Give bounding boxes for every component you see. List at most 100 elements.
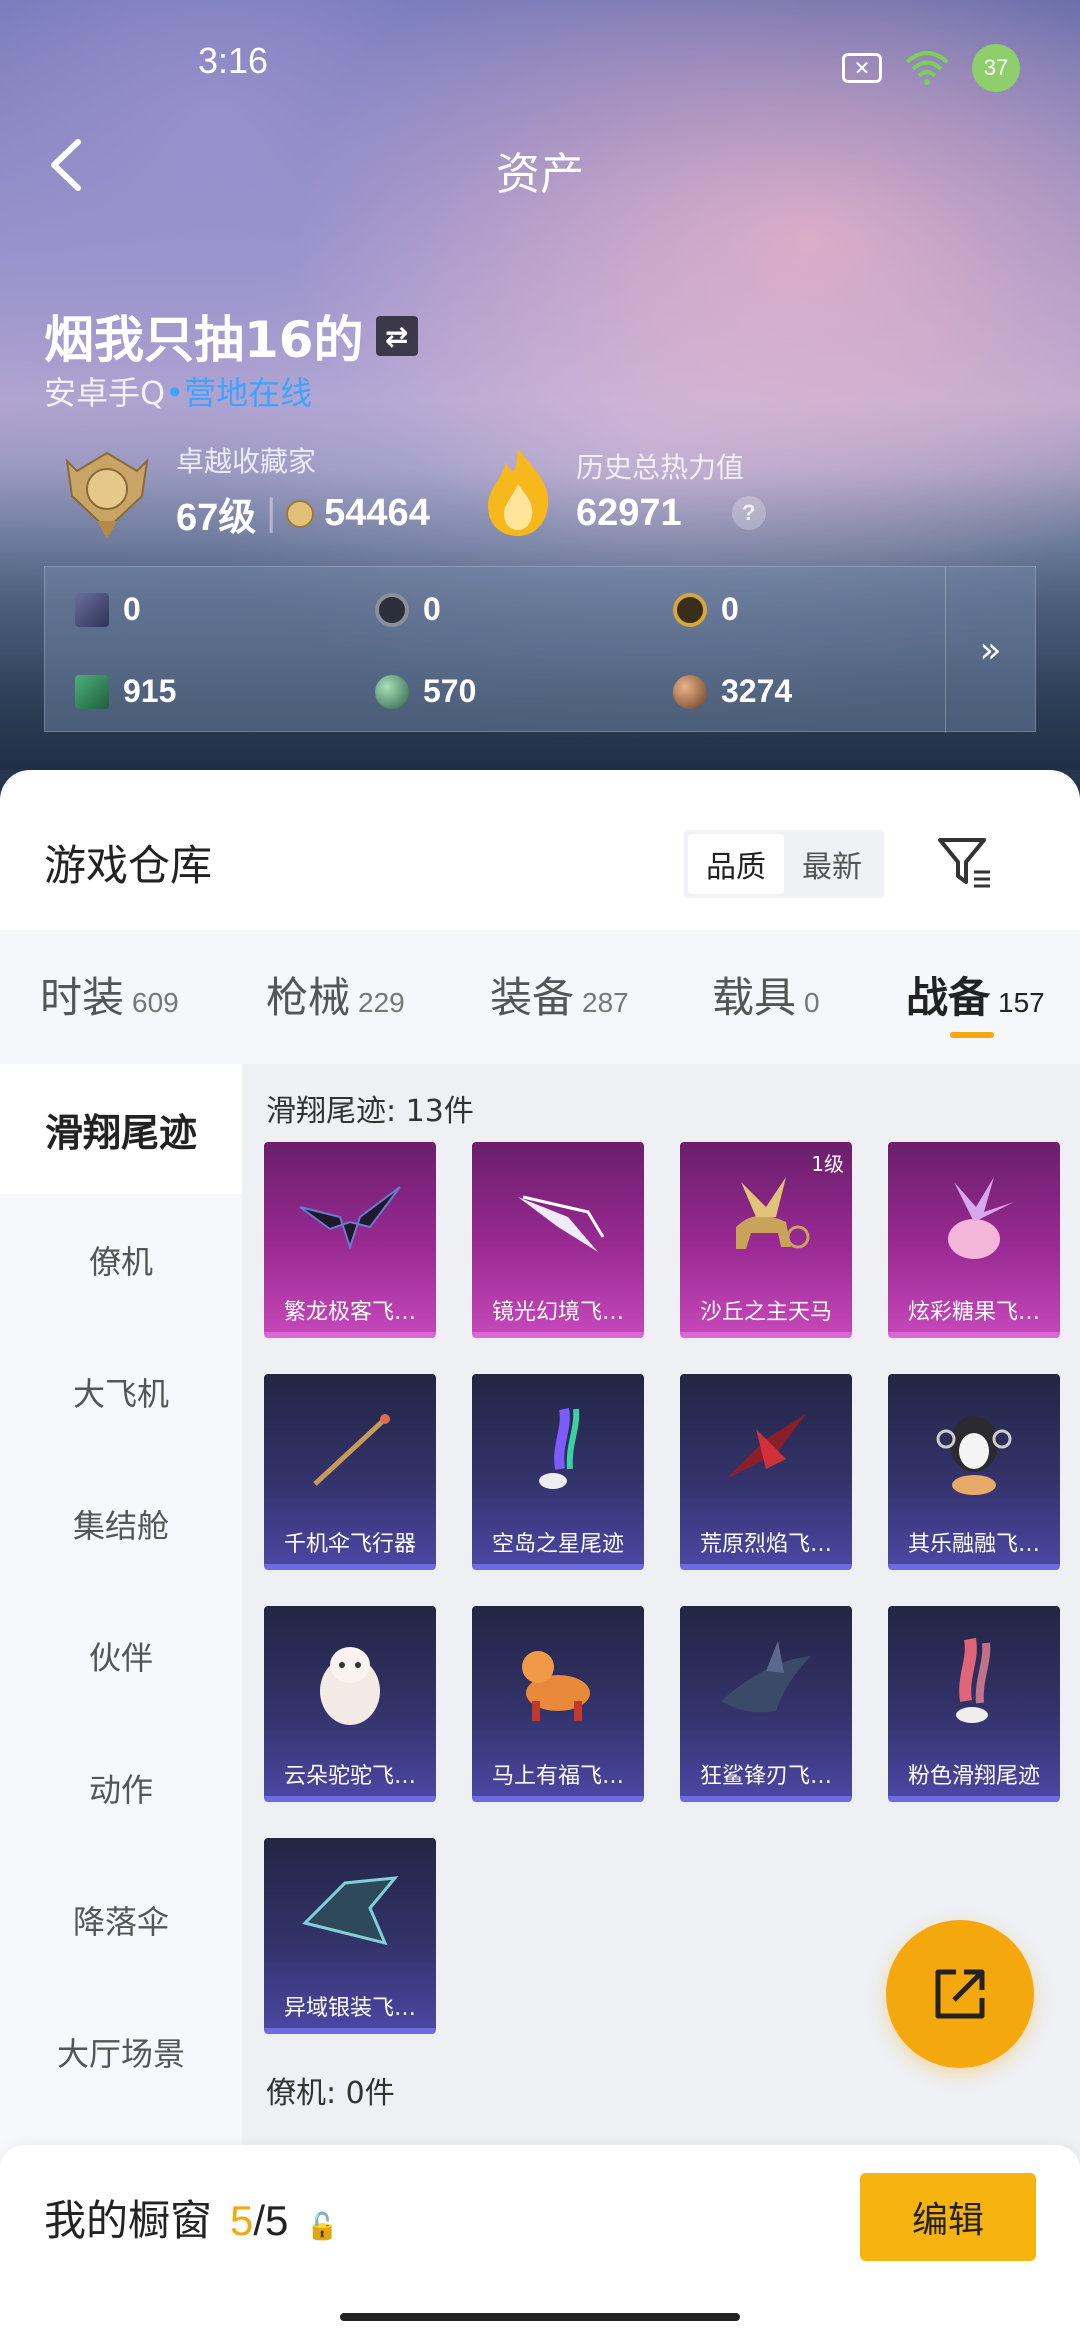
status-time: 3:16: [198, 40, 269, 81]
sort-latest-button[interactable]: 最新: [784, 834, 880, 894]
item-card[interactable]: 炫彩糖果飞…: [888, 1142, 1060, 1338]
coin-gray-icon: [375, 592, 409, 627]
page-title: 资产: [496, 149, 584, 200]
item-card[interactable]: 马上有福飞…: [472, 1606, 644, 1802]
pink-trail-icon: [888, 1606, 1060, 1756]
crystal-wing-icon: [472, 1142, 644, 1292]
currency-panel[interactable]: 0 0 0 915 570 3274 »: [44, 566, 1036, 733]
collector-stat[interactable]: 卓越收藏家 67级 | 54464: [52, 440, 430, 541]
item-name: 云朵驼驼飞…: [283, 1764, 416, 1789]
item-card[interactable]: 其乐融融飞…: [888, 1374, 1060, 1570]
item-card[interactable]: 繁龙极客飞…: [264, 1142, 436, 1338]
showcase-count-total: /5: [253, 2197, 289, 2244]
category-tabs: 时装 609 枪械 229 装备 287 载具 0 战备 157: [0, 930, 1080, 1064]
home-indicator[interactable]: [340, 2313, 740, 2321]
item-name: 粉色滑翔尾迹: [907, 1764, 1040, 1789]
tab-equipment[interactable]: 装备 287: [490, 964, 629, 1025]
tab-label: 战备: [906, 973, 991, 1022]
item-card[interactable]: 1级 沙丘之主天马: [680, 1142, 852, 1338]
showcase-count: 5/5: [230, 2197, 288, 2245]
currency-value: 570: [423, 673, 477, 709]
nav-parachute[interactable]: 降落伞: [0, 1854, 242, 1986]
lock-icon: 🔓: [306, 2212, 339, 2242]
tab-vehicles[interactable]: 载具 0: [712, 964, 820, 1025]
tab-active-indicator: [950, 1032, 994, 1038]
currency-value: 0: [423, 591, 441, 627]
candy-icon: [888, 1142, 1060, 1292]
filter-icon[interactable]: [934, 832, 994, 892]
help-icon[interactable]: ?: [731, 496, 766, 530]
collector-level: 67级: [176, 497, 257, 539]
currency-value: 3274: [721, 673, 793, 709]
nav-assembly-pod[interactable]: 集结舱: [0, 1458, 242, 1590]
currency-item: 3274: [673, 673, 792, 710]
currency-value: 0: [721, 591, 739, 627]
collector-points-icon: [286, 499, 315, 528]
nav-big-plane[interactable]: 大飞机: [0, 1326, 242, 1458]
currency-value: 0: [123, 591, 141, 627]
nav-emote[interactable]: 动作: [0, 1722, 242, 1854]
nav-lobby-scene[interactable]: 大厅场景: [0, 1986, 242, 2118]
item-name: 马上有福飞…: [491, 1764, 624, 1789]
collector-label: 卓越收藏家: [176, 445, 317, 478]
bat-glider-icon: [264, 1142, 436, 1292]
tab-fashion[interactable]: 时装 609: [40, 964, 179, 1025]
tab-count: 609: [132, 987, 179, 1018]
flame-icon: [488, 448, 549, 536]
tab-weapons[interactable]: 枪械 229: [266, 964, 405, 1025]
showcase-label: 我的橱窗: [44, 2196, 213, 2245]
nav-companion[interactable]: 伙伴: [0, 1590, 242, 1722]
currency-item: 0: [75, 591, 141, 628]
item-card[interactable]: 千机伞飞行器: [264, 1374, 436, 1570]
collector-medal-icon: [65, 451, 149, 539]
player-name: 烟我只抽16的 ⇄: [44, 300, 418, 372]
heat-stat: 历史总热力值 62971 ?: [478, 440, 766, 540]
item-name: 镜光幻境飞…: [491, 1300, 624, 1325]
tab-label: 装备: [490, 973, 575, 1022]
showcase-title: 我的橱窗 5/5 🔓: [44, 2187, 339, 2248]
switch-account-icon[interactable]: ⇄: [375, 316, 418, 356]
item-card[interactable]: 镜光幻境飞…: [472, 1142, 644, 1338]
section-title: 滑翔尾迹: 13件: [266, 1094, 474, 1129]
share-icon: [935, 1969, 985, 2019]
currency-more-button[interactable]: »: [945, 567, 1035, 733]
item-card[interactable]: 狂鲨锋刃飞…: [680, 1606, 852, 1802]
item-name: 异域银装飞…: [283, 1996, 416, 2021]
player-name-text: 烟我只抽16的: [44, 311, 364, 369]
item-name: 千机伞飞行器: [283, 1532, 416, 1557]
tab-label: 时装: [40, 973, 125, 1022]
presence-label: 营地在线: [184, 374, 313, 412]
card-icon: [75, 592, 109, 627]
item-name: 繁龙极客飞…: [283, 1300, 416, 1325]
no-sim-icon: ✕: [842, 53, 882, 83]
currency-value: 915: [123, 673, 177, 709]
warehouse-sheet: 游戏仓库 品质 最新 时装 609 枪械 229 装备 287 载具 0 战备 …: [0, 770, 1080, 2340]
item-card[interactable]: 云朵驼驼飞…: [264, 1606, 436, 1802]
item-card[interactable]: 异域银装飞…: [264, 1838, 436, 2034]
sort-quality-button[interactable]: 品质: [688, 834, 784, 894]
item-name: 狂鲨锋刃飞…: [699, 1764, 832, 1789]
flame-glider-icon: [680, 1374, 852, 1524]
nav-glide-trail[interactable]: 滑翔尾迹: [0, 1064, 242, 1194]
share-button[interactable]: [886, 1920, 1034, 2068]
shark-icon: [680, 1606, 852, 1756]
tab-label: 枪械: [266, 973, 351, 1022]
platform-label: 安卓手Q: [44, 374, 166, 412]
item-card[interactable]: 荒原烈焰飞…: [680, 1374, 852, 1570]
tab-count: 157: [998, 987, 1045, 1018]
tab-count: 287: [582, 987, 629, 1018]
edit-button[interactable]: 编辑: [860, 2173, 1036, 2261]
tab-readiness[interactable]: 战备 157: [906, 964, 1045, 1025]
status-bar: 3:16 ✕ 37: [0, 38, 1080, 92]
tab-label: 载具: [712, 973, 797, 1022]
item-card[interactable]: 空岛之星尾迹: [472, 1374, 644, 1570]
item-name: 荒原烈焰飞…: [699, 1532, 832, 1557]
top-bar: 资产: [0, 130, 1080, 200]
nav-wingman[interactable]: 僚机: [0, 1194, 242, 1326]
coin-gold-icon: [673, 592, 707, 627]
sort-toggle: 品质 最新: [684, 830, 884, 898]
umbrella-glider-icon: [264, 1374, 436, 1524]
item-card[interactable]: 粉色滑翔尾迹: [888, 1606, 1060, 1802]
orb-green-icon: [375, 674, 409, 709]
ticket-green-icon: [75, 674, 109, 709]
